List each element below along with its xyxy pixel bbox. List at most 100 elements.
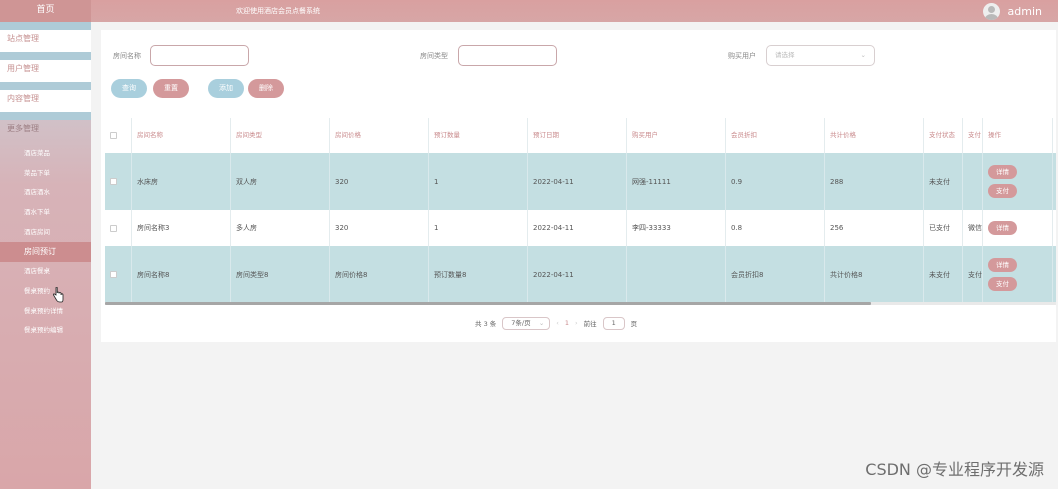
sidebar-divider <box>0 82 91 90</box>
discount-cell: 0.9 <box>726 153 825 210</box>
sidebar-divider <box>0 112 91 120</box>
row-checkbox[interactable] <box>110 271 117 278</box>
total-price-cell: 288 <box>825 153 924 210</box>
table-row[interactable]: 房间名称3 多人房 320 1 2022-04-11 李四-33333 0.8 … <box>105 210 1056 246</box>
chevron-down-icon: ⌄ <box>860 51 866 59</box>
column-header[interactable]: 房间类型 <box>231 118 330 153</box>
top-bar: 首页 欢迎使用酒店会员点餐系统 admin <box>0 0 1058 22</box>
buyer-cell: 李四-33333 <box>627 210 726 246</box>
column-header[interactable]: 支付 <box>963 118 983 153</box>
room-price-cell: 房间价格8 <box>330 246 429 303</box>
total-price-cell: 共计价格8 <box>825 246 924 303</box>
row-select-cell <box>105 153 132 210</box>
room-price-cell: 320 <box>330 210 429 246</box>
page-number[interactable]: 1 <box>565 319 569 327</box>
sidebar-group-content[interactable]: 内容管理 <box>0 82 91 112</box>
chevron-down-icon: ⌄ <box>538 318 545 327</box>
pay-status-cell: 未支付 <box>924 153 963 210</box>
goto-page-input[interactable]: 1 <box>602 316 625 330</box>
home-link[interactable]: 首页 <box>0 0 91 22</box>
sidebar-submenu: 酒店菜品 菜品下单 酒店酒水 酒水下单 酒店房间 房间预订 酒店餐桌 餐桌预约 … <box>0 142 91 341</box>
column-header[interactable]: 会员折扣 <box>726 118 825 153</box>
sidebar-item-hotel-tables[interactable]: 酒店餐桌 <box>0 262 91 282</box>
details-button[interactable]: 详情 <box>988 258 1017 272</box>
buyer-select-placeholder: 请选择 <box>775 51 795 59</box>
column-header[interactable]: 预订数量 <box>429 118 528 153</box>
sidebar-group-more[interactable]: 更多管理 <box>0 112 91 142</box>
column-header[interactable]: 房间名称 <box>132 118 231 153</box>
row-checkbox[interactable] <box>110 224 117 232</box>
column-header[interactable]: 支付状态 <box>924 118 963 153</box>
pay-method-cell: 微信 <box>963 210 983 246</box>
query-button[interactable]: 查询 <box>111 79 147 98</box>
discount-cell: 会员折扣8 <box>726 246 825 303</box>
sidebar-group-label: 站点管理 <box>0 30 91 52</box>
room-price-cell: 320 <box>330 153 429 210</box>
discount-cell: 0.8 <box>726 210 825 246</box>
prev-page-button[interactable]: ‹ <box>556 319 559 327</box>
select-all-checkbox[interactable] <box>110 132 117 139</box>
page-suffix: 页 <box>630 320 638 328</box>
table-header: 房间名称 房间类型 房间价格 预订数量 预订日期 购买用户 会员折扣 共计价格 … <box>105 118 1056 153</box>
actions-cell: 详情 支付 <box>983 246 1053 303</box>
row-checkbox[interactable] <box>110 178 117 185</box>
reset-button[interactable]: 重置 <box>153 79 189 98</box>
page-size-value: 7条/页 <box>511 318 531 327</box>
pay-button[interactable]: 支付 <box>988 277 1017 291</box>
sidebar-group-label: 内容管理 <box>0 90 91 112</box>
hand-cursor-icon <box>52 287 64 303</box>
column-header[interactable]: 预订日期 <box>528 118 627 153</box>
column-header[interactable]: 房间价格 <box>330 118 429 153</box>
sidebar: 站点管理 用户管理 内容管理 更多管理 酒店菜品 菜品下单 酒店酒水 酒水下单 … <box>0 22 91 489</box>
total-count: 共 3 条 <box>475 320 497 328</box>
search-bar: 房间名称 房间类型 购买用户 请选择 ⌄ <box>101 44 1056 68</box>
username: admin <box>1007 4 1042 18</box>
sidebar-group-users[interactable]: 用户管理 <box>0 52 91 82</box>
page-size-select[interactable]: 7条/页 ⌄ <box>502 316 551 330</box>
delete-button[interactable]: 删除 <box>248 79 284 98</box>
sidebar-divider <box>0 22 91 30</box>
welcome-text: 欢迎使用酒店会员点餐系统 <box>236 7 320 15</box>
column-header[interactable]: 共计价格 <box>825 118 924 153</box>
table-row[interactable]: 水床房 双人房 320 1 2022-04-11 网强-11111 0.9 28… <box>105 153 1056 210</box>
sidebar-divider <box>0 52 91 60</box>
sidebar-item-table-reservation-details[interactable]: 餐桌预约详情 <box>0 302 91 322</box>
sidebar-group-site[interactable]: 站点管理 <box>0 22 91 52</box>
sidebar-group-label: 用户管理 <box>0 60 91 82</box>
booking-qty-cell: 1 <box>429 210 528 246</box>
sidebar-item-hotel-drinks[interactable]: 酒店酒水 <box>0 183 91 203</box>
column-header: 操作 <box>983 118 1053 153</box>
sidebar-item-hotel-dishes[interactable]: 酒店菜品 <box>0 144 91 164</box>
details-button[interactable]: 详情 <box>988 165 1017 179</box>
details-button[interactable]: 详情 <box>988 221 1017 235</box>
pay-button[interactable]: 支付 <box>988 184 1017 198</box>
pay-method-cell <box>963 153 983 210</box>
pay-status-cell: 未支付 <box>924 246 963 303</box>
sidebar-item-hotel-rooms[interactable]: 酒店房间 <box>0 223 91 243</box>
table-row[interactable]: 房间名称8 房间类型8 房间价格8 预订数量8 2022-04-11 会员折扣8… <box>105 246 1056 303</box>
horizontal-scrollbar[interactable] <box>105 302 871 305</box>
room-type-input[interactable] <box>458 45 557 66</box>
actions-cell: 详情 <box>983 210 1053 246</box>
sidebar-group-label: 更多管理 <box>7 124 39 133</box>
sidebar-item-table-reservation-edit[interactable]: 餐桌预约编辑 <box>0 321 91 341</box>
next-page-button[interactable]: › <box>575 319 578 327</box>
room-type-cell: 房间类型8 <box>231 246 330 303</box>
user-menu[interactable]: admin <box>982 2 1042 20</box>
sidebar-item-dish-orders[interactable]: 菜品下单 <box>0 164 91 184</box>
sidebar-item-table-reservation[interactable]: 餐桌预约 <box>0 282 91 302</box>
actions-cell: 详情 支付 <box>983 153 1053 210</box>
booking-date-cell: 2022-04-11 <box>528 246 627 303</box>
sidebar-item-room-booking[interactable]: 房间预订 <box>0 242 91 263</box>
column-header[interactable]: 购买用户 <box>627 118 726 153</box>
room-type-label: 房间类型 <box>420 52 448 60</box>
room-name-input[interactable] <box>150 45 249 66</box>
pay-method-cell: 支付 <box>963 246 983 303</box>
avatar <box>982 2 1000 20</box>
sidebar-item-drink-orders[interactable]: 酒水下单 <box>0 203 91 223</box>
goto-label: 前往 <box>583 320 597 328</box>
room-type-cell: 双人房 <box>231 153 330 210</box>
room-type-cell: 多人房 <box>231 210 330 246</box>
buyer-select[interactable]: 请选择 ⌄ <box>766 45 875 66</box>
add-button[interactable]: 添加 <box>208 79 244 98</box>
